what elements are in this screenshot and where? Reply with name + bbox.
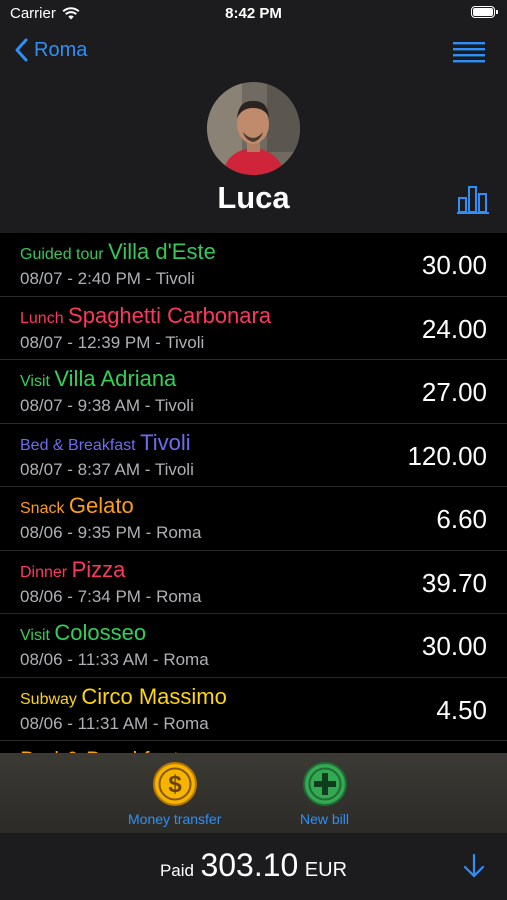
expense-place: Circo Massimo	[81, 683, 227, 709]
expense-amount: 120.00	[407, 440, 487, 471]
expense-category: Snack	[20, 500, 65, 517]
expense-title: Visit Villa Adriana	[20, 366, 176, 392]
back-label: Roma	[34, 38, 88, 61]
expense-meta: 08/07 - 2:40 PM - Tivoli	[20, 269, 195, 288]
avatar	[207, 82, 300, 175]
expense-title: Guided tour Villa d'Este	[20, 239, 216, 265]
expense-amount: 30.00	[421, 631, 487, 661]
paid-label: Paid	[159, 861, 194, 880]
expense-category: Bed & Breakfast	[20, 436, 136, 454]
expense-place: Gelato	[68, 493, 134, 518]
expense-place: Spaghetti Carbonara	[68, 302, 272, 328]
back-button[interactable]: Roma	[14, 38, 87, 62]
expense-row[interactable]: Guided tour Villa d'Este 08/07 - 2:40 PM …	[0, 233, 507, 297]
svg-text:$: $	[168, 771, 182, 798]
expense-place: Colosseo	[54, 620, 147, 645]
expense-row[interactable]: Dinner Pizza 08/06 - 7:34 PM - Roma 39.70	[0, 551, 507, 614]
expense-category: Visit	[20, 373, 50, 390]
dollar-coin-icon: $	[152, 762, 197, 806]
chevron-left-icon	[15, 38, 28, 62]
battery-icon	[471, 6, 498, 18]
expense-row[interactable]: Lunch Spaghetti Carbonara 08/07 - 12:39 P…	[0, 297, 507, 360]
paid-amount: 303.10	[200, 847, 299, 883]
expense-category: Guided tour	[20, 246, 104, 263]
expense-row[interactable]: Bed & Breakfast	[0, 741, 507, 753]
expense-amount: 6.60	[436, 504, 487, 534]
expense-title: Lunch Spaghetti Carbonara	[20, 303, 271, 329]
expense-place: Villa Adriana	[54, 366, 177, 391]
expense-amount: 30.00	[421, 250, 487, 280]
expense-meta: 08/06 - 7:34 PM - Roma	[20, 586, 202, 606]
expense-amount: 24.00	[421, 313, 487, 344]
expense-row[interactable]: Visit Colosseo 08/06 - 11:33 AM - Roma 30.…	[0, 614, 507, 678]
expense-category: Visit	[20, 627, 50, 644]
expense-place: Tivoli	[140, 429, 191, 455]
expense-category: Subway	[20, 690, 77, 708]
paid-currency: EUR	[304, 859, 348, 881]
expense-row[interactable]: Visit Villa Adriana 08/07 - 9:38 AM - Tiv…	[0, 360, 507, 424]
avatar-photo	[207, 82, 300, 175]
arrow-down-icon[interactable]	[461, 853, 487, 879]
user-name: Luca	[217, 180, 290, 215]
expense-title: Snack Gelato	[20, 493, 134, 519]
new-bill-label: New bill	[300, 811, 350, 827]
expense-title: Bed & Breakfast Tivoli	[20, 430, 191, 456]
bottom-toolbar: $ Money transfer New bill	[0, 753, 507, 833]
expense-amount: 4.50	[436, 694, 487, 725]
expense-meta: 08/06 - 11:31 AM - Roma	[20, 713, 209, 733]
expense-meta: 08/06 - 11:33 AM - Roma	[20, 650, 209, 669]
expense-amount: 39.70	[421, 567, 487, 598]
plus-circle-icon	[302, 762, 347, 806]
expense-meta: 08/07 - 9:38 AM - Tivoli	[20, 396, 194, 415]
expense-row[interactable]: Snack Gelato 08/06 - 9:35 PM - Roma 6.60	[0, 487, 507, 551]
menu-icon[interactable]	[453, 40, 485, 64]
paid-total: Paid 303.10 EUR	[0, 847, 507, 884]
expense-meta: 08/07 - 8:37 AM - Tivoli	[20, 459, 194, 479]
status-bar: Carrier 8:42 PM	[0, 0, 507, 30]
expense-row[interactable]: Subway Circo Massimo 08/06 - 11:31 AM - R…	[0, 678, 507, 741]
expense-meta: 08/07 - 12:39 PM - Tivoli	[20, 332, 205, 352]
expense-title: Subway Circo Massimo	[20, 684, 227, 710]
expense-place: Villa d'Este	[108, 239, 216, 264]
expense-title: Visit Colosseo	[20, 620, 146, 646]
expense-title: Dinner Pizza	[20, 557, 125, 583]
status-time: 8:42 PM	[225, 5, 282, 22]
expense-amount: 27.00	[421, 377, 487, 407]
expense-list[interactable]: Guided tour Villa d'Este 08/07 - 2:40 PM …	[0, 233, 507, 753]
total-footer: Paid 303.10 EUR	[0, 833, 507, 900]
new-bill-button[interactable]: New bill	[300, 761, 349, 827]
expense-row[interactable]: Bed & Breakfast Tivoli 08/07 - 8:37 AM - …	[0, 424, 507, 487]
expense-category: Dinner	[20, 563, 68, 581]
expense-place: Pizza	[71, 556, 126, 582]
expense-meta: 08/06 - 9:35 PM - Roma	[20, 523, 202, 542]
expense-category: Lunch	[20, 309, 64, 327]
money-transfer-button[interactable]: $ Money transfer	[128, 761, 221, 827]
money-transfer-label: Money transfer	[128, 811, 222, 827]
bar-chart-icon[interactable]	[457, 184, 489, 214]
